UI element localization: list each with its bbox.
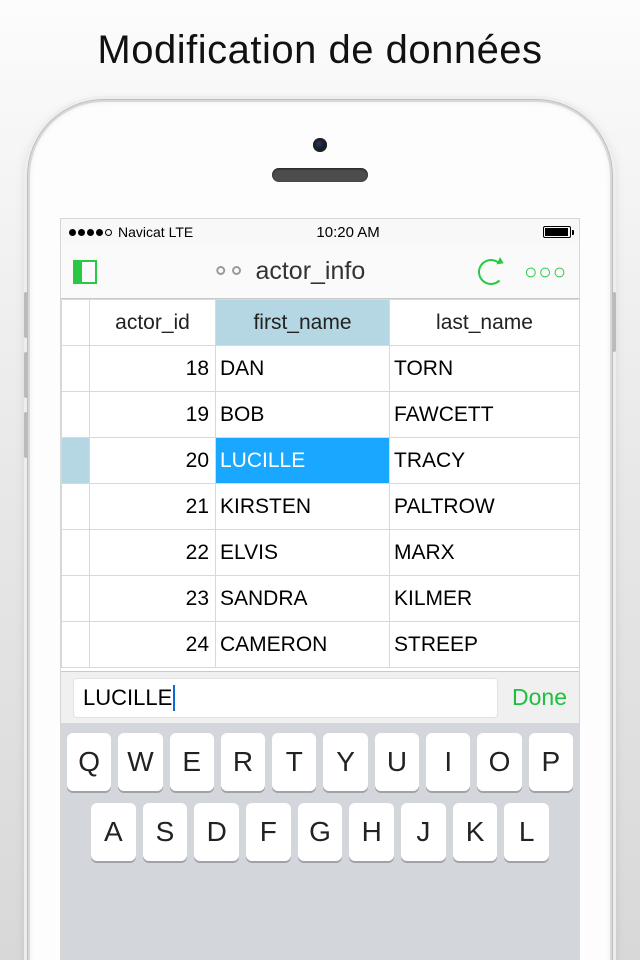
cell-first-name[interactable]: BOB bbox=[216, 392, 390, 438]
key-a[interactable]: A bbox=[91, 803, 136, 861]
key-p[interactable]: P bbox=[529, 733, 573, 791]
table-row[interactable]: 23SANDRAKILMER bbox=[62, 576, 580, 622]
cell-first-name[interactable]: SANDRA bbox=[216, 576, 390, 622]
cell-edit-value: LUCILLE bbox=[83, 685, 172, 711]
app-screen: Navicat LTE 10:20 AM ⚬⚬ actor_info ○○○ a… bbox=[60, 218, 580, 960]
clock: 10:20 AM bbox=[153, 224, 543, 241]
on-screen-keyboard: QWERTYUIOP ASDFGHJKL bbox=[61, 723, 579, 960]
row-gutter[interactable] bbox=[62, 622, 90, 668]
marketing-headline: Modification de données bbox=[0, 0, 640, 73]
table-row[interactable]: 20LUCILLETRACY bbox=[62, 438, 580, 484]
done-button[interactable]: Done bbox=[512, 684, 567, 711]
cell-actor-id[interactable]: 18 bbox=[90, 346, 216, 392]
nav-bar: ⚬⚬ actor_info ○○○ bbox=[61, 245, 579, 299]
cell-first-name[interactable]: DAN bbox=[216, 346, 390, 392]
row-gutter[interactable] bbox=[62, 576, 90, 622]
row-gutter[interactable] bbox=[62, 438, 90, 484]
camera-dot bbox=[313, 138, 327, 152]
text-caret bbox=[173, 685, 175, 711]
cell-edit-bar: LUCILLE Done bbox=[61, 671, 579, 723]
col-header-first-name[interactable]: first_name bbox=[216, 300, 390, 346]
cell-actor-id[interactable]: 20 bbox=[90, 438, 216, 484]
key-d[interactable]: D bbox=[194, 803, 239, 861]
glasses-icon: ⚬⚬ bbox=[210, 256, 242, 287]
row-gutter[interactable] bbox=[62, 530, 90, 576]
cell-first-name[interactable]: CAMERON bbox=[216, 622, 390, 668]
cell-edit-input[interactable]: LUCILLE bbox=[73, 678, 498, 718]
key-f[interactable]: F bbox=[246, 803, 291, 861]
device-frame: Navicat LTE 10:20 AM ⚬⚬ actor_info ○○○ a… bbox=[30, 102, 610, 960]
row-gutter[interactable] bbox=[62, 392, 90, 438]
table-row[interactable]: 19BOBFAWCETT bbox=[62, 392, 580, 438]
key-l[interactable]: L bbox=[504, 803, 549, 861]
battery-icon bbox=[543, 226, 571, 238]
key-u[interactable]: U bbox=[375, 733, 419, 791]
cell-actor-id[interactable]: 23 bbox=[90, 576, 216, 622]
page-title: actor_info bbox=[255, 257, 365, 286]
row-gutter[interactable] bbox=[62, 484, 90, 530]
col-header-last-name[interactable]: last_name bbox=[390, 300, 580, 346]
status-bar: Navicat LTE 10:20 AM bbox=[61, 219, 579, 245]
more-icon[interactable]: ○○○ bbox=[524, 259, 567, 285]
header-row: actor_id first_name last_name bbox=[62, 300, 580, 346]
table-row[interactable]: 21KIRSTENPALTROW bbox=[62, 484, 580, 530]
cell-last-name[interactable]: FAWCETT bbox=[390, 392, 580, 438]
key-r[interactable]: R bbox=[221, 733, 265, 791]
signal-strength-icon bbox=[69, 229, 112, 236]
table-row[interactable]: 22ELVISMARX bbox=[62, 530, 580, 576]
col-header-actor-id[interactable]: actor_id bbox=[90, 300, 216, 346]
row-gutter[interactable] bbox=[62, 346, 90, 392]
cell-last-name[interactable]: MARX bbox=[390, 530, 580, 576]
key-q[interactable]: Q bbox=[67, 733, 111, 791]
refresh-icon[interactable] bbox=[478, 259, 504, 285]
table-row[interactable]: 18DANTORN bbox=[62, 346, 580, 392]
table-row[interactable]: 24CAMERONSTREEP bbox=[62, 622, 580, 668]
cell-last-name[interactable]: TRACY bbox=[390, 438, 580, 484]
cell-last-name[interactable]: KILMER bbox=[390, 576, 580, 622]
key-g[interactable]: G bbox=[298, 803, 343, 861]
cell-first-name[interactable]: LUCILLE bbox=[216, 438, 390, 484]
gutter-header bbox=[62, 300, 90, 346]
key-s[interactable]: S bbox=[143, 803, 188, 861]
key-e[interactable]: E bbox=[170, 733, 214, 791]
cell-actor-id[interactable]: 19 bbox=[90, 392, 216, 438]
key-k[interactable]: K bbox=[453, 803, 498, 861]
cell-last-name[interactable]: PALTROW bbox=[390, 484, 580, 530]
cell-actor-id[interactable]: 21 bbox=[90, 484, 216, 530]
key-y[interactable]: Y bbox=[323, 733, 367, 791]
speaker-grill bbox=[272, 168, 368, 182]
cell-actor-id[interactable]: 22 bbox=[90, 530, 216, 576]
key-i[interactable]: I bbox=[426, 733, 470, 791]
cell-last-name[interactable]: TORN bbox=[390, 346, 580, 392]
key-j[interactable]: J bbox=[401, 803, 446, 861]
key-w[interactable]: W bbox=[118, 733, 162, 791]
key-h[interactable]: H bbox=[349, 803, 394, 861]
data-grid[interactable]: actor_id first_name last_name 18DANTORN1… bbox=[61, 299, 580, 668]
key-o[interactable]: O bbox=[477, 733, 521, 791]
cell-first-name[interactable]: KIRSTEN bbox=[216, 484, 390, 530]
sidebar-toggle-icon[interactable] bbox=[73, 260, 97, 284]
key-t[interactable]: T bbox=[272, 733, 316, 791]
cell-last-name[interactable]: STREEP bbox=[390, 622, 580, 668]
cell-first-name[interactable]: ELVIS bbox=[216, 530, 390, 576]
cell-actor-id[interactable]: 24 bbox=[90, 622, 216, 668]
